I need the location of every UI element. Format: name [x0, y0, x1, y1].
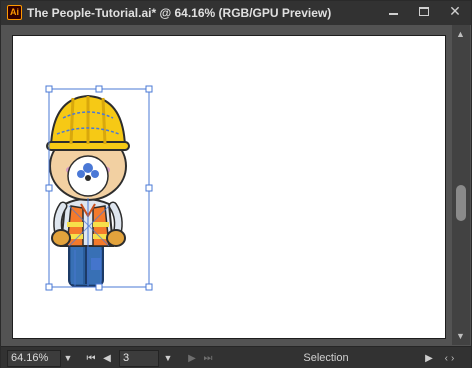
close-button[interactable]: ✕: [441, 1, 467, 23]
current-tool-status[interactable]: Selection: [266, 350, 386, 367]
artboard-dropdown-chevron-down-icon[interactable]: ▼: [161, 350, 175, 367]
last-artboard-icon[interactable]: ⏭: [201, 350, 215, 367]
bbox-handle-bottom-left: [45, 283, 53, 291]
vertical-scrollbar[interactable]: ▲ ▼: [452, 25, 470, 345]
artboard[interactable]: [12, 35, 446, 339]
first-artboard-icon[interactable]: ⏮: [84, 350, 98, 367]
zoom-dropdown-chevron-down-icon[interactable]: ▼: [61, 350, 75, 367]
app-icon-label: Ai: [10, 7, 19, 17]
bbox-handle-top: [95, 85, 103, 93]
close-icon: ✕: [449, 3, 461, 19]
bbox-handle-left: [45, 184, 53, 192]
maximize-icon: [419, 7, 429, 16]
title-bar[interactable]: Ai The People-Tutorial.ai* @ 64.16% (RGB…: [1, 1, 471, 25]
minimize-button[interactable]: [381, 1, 407, 23]
document-canvas[interactable]: [2, 25, 452, 345]
next-artboard-icon[interactable]: ▶: [185, 350, 199, 367]
document-title: The People-Tutorial.ai* @ 64.16% (RGB/GP…: [27, 6, 332, 20]
bbox-handle-top-left: [45, 85, 53, 93]
illustrator-document-window: Ai The People-Tutorial.ai* @ 64.16% (RGB…: [0, 0, 472, 368]
bbox-handle-bottom: [95, 283, 103, 291]
scrollbar-thumb[interactable]: [456, 185, 466, 221]
status-menu-arrow-icon[interactable]: ▶: [423, 350, 435, 367]
minimize-icon: [389, 13, 398, 15]
worker-hard-hat[interactable]: [46, 94, 130, 151]
bbox-handle-top-right: [145, 85, 153, 93]
scroll-down-arrow-icon[interactable]: ▼: [456, 331, 465, 341]
zoom-level-field[interactable]: 64.16%: [7, 350, 61, 367]
maximize-button[interactable]: [411, 1, 437, 23]
illustrator-app-icon: Ai: [7, 5, 22, 20]
construction-worker-artwork[interactable]: [13, 36, 447, 340]
horizontal-scroll-arrows-icon[interactable]: ‹›: [437, 350, 465, 367]
bbox-handle-bottom-right: [145, 283, 153, 291]
artboard-number-field[interactable]: 3: [119, 350, 159, 367]
previous-artboard-icon[interactable]: ◀: [100, 350, 114, 367]
scroll-up-arrow-icon[interactable]: ▲: [456, 29, 465, 39]
bbox-handle-right: [145, 184, 153, 192]
status-bar: 64.16% ▼ ⏮ ◀ 3 ▼ ▶ ⏭ Selection ▶ ‹›: [1, 346, 471, 368]
